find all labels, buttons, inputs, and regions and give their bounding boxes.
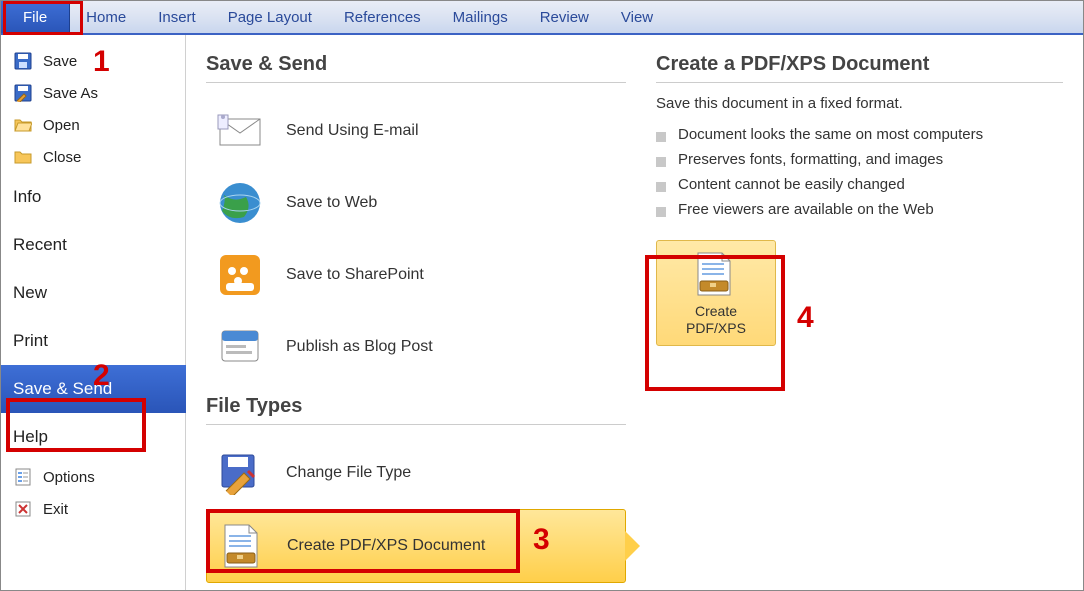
bullet-text: Document looks the same on most computer… — [678, 126, 983, 143]
divider — [656, 82, 1063, 83]
nav-print-label: Print — [13, 331, 48, 351]
option-save-web-label: Save to Web — [286, 194, 377, 212]
section-file-types-title: File Types — [206, 395, 626, 418]
create-pdf-button-line1: Create — [661, 303, 771, 320]
nav-open-label: Open — [43, 117, 80, 134]
ribbon-tab-file[interactable]: File — [1, 1, 70, 33]
bullet-text: Content cannot be easily changed — [678, 176, 905, 193]
bullet-icon — [656, 132, 666, 142]
option-send-email[interactable]: Send Using E-mail — [206, 95, 626, 167]
save-as-icon — [13, 83, 33, 103]
ribbon-tab-page-layout[interactable]: Page Layout — [212, 1, 328, 33]
folder-close-icon — [13, 147, 33, 167]
bullet-icon — [656, 207, 666, 217]
divider — [206, 424, 626, 425]
section-save-send-title: Save & Send — [206, 53, 626, 76]
nav-save-as[interactable]: Save As — [1, 77, 185, 109]
nav-exit[interactable]: Exit — [1, 493, 185, 525]
sharepoint-icon — [216, 251, 264, 299]
ribbon-tab-mailings[interactable]: Mailings — [437, 1, 524, 33]
backstage-content: Save & Send Send Using E-mail Save to We… — [186, 35, 1083, 590]
nav-new[interactable]: New — [1, 269, 185, 317]
option-change-file-type-label: Change File Type — [286, 464, 411, 482]
ribbon-tab-home[interactable]: Home — [70, 1, 142, 33]
option-publish-blog[interactable]: Publish as Blog Post — [206, 311, 626, 383]
nav-close[interactable]: Close — [1, 141, 185, 173]
save-send-column: Save & Send Send Using E-mail Save to We… — [206, 53, 626, 590]
nav-open[interactable]: Open — [1, 109, 185, 141]
save-icon — [13, 51, 33, 71]
change-file-type-icon — [216, 449, 264, 497]
nav-options-label: Options — [43, 469, 95, 486]
options-icon — [13, 467, 33, 487]
option-send-email-label: Send Using E-mail — [286, 122, 419, 140]
folder-open-icon — [13, 115, 33, 135]
nav-options[interactable]: Options — [1, 461, 185, 493]
nav-save-send[interactable]: Save & Send — [1, 365, 186, 413]
option-change-file-type[interactable]: Change File Type — [206, 437, 626, 509]
envelope-icon — [216, 107, 264, 155]
nav-new-label: New — [13, 283, 47, 303]
option-save-sharepoint-label: Save to SharePoint — [286, 266, 424, 284]
create-pdf-panel: Create a PDF/XPS Document Save this docu… — [656, 53, 1063, 590]
create-pdf-xps-button[interactable]: Create PDF/XPS — [656, 240, 776, 346]
bullet-text: Preserves fonts, formatting, and images — [678, 151, 943, 168]
nav-exit-label: Exit — [43, 501, 68, 518]
exit-icon — [13, 499, 33, 519]
nav-recent[interactable]: Recent — [1, 221, 185, 269]
globe-icon — [216, 179, 264, 227]
create-pdf-bullets: Document looks the same on most computer… — [656, 122, 1063, 222]
nav-save-as-label: Save As — [43, 85, 98, 102]
option-save-sharepoint[interactable]: Save to SharePoint — [206, 239, 626, 311]
nav-help[interactable]: Help — [1, 413, 185, 461]
nav-save-send-label: Save & Send — [13, 379, 112, 399]
ribbon-tab-insert[interactable]: Insert — [142, 1, 212, 33]
bullet-icon — [656, 182, 666, 192]
create-pdf-title: Create a PDF/XPS Document — [656, 53, 1063, 76]
bullet-icon — [656, 157, 666, 167]
ribbon: File Home Insert Page Layout References … — [1, 1, 1083, 35]
pdf-document-icon — [217, 522, 265, 570]
nav-info[interactable]: Info — [1, 173, 185, 221]
ribbon-tab-references[interactable]: References — [328, 1, 437, 33]
option-save-web[interactable]: Save to Web — [206, 167, 626, 239]
nav-print[interactable]: Print — [1, 317, 185, 365]
backstage-nav: Save Save As Open Close Info Recent — [1, 35, 186, 590]
create-pdf-desc: Save this document in a fixed format. — [656, 95, 1063, 112]
divider — [206, 82, 626, 83]
create-pdf-button-line2: PDF/XPS — [661, 320, 771, 337]
ribbon-tab-view[interactable]: View — [605, 1, 669, 33]
option-create-pdf-xps[interactable]: Create PDF/XPS Document — [206, 509, 626, 583]
option-publish-blog-label: Publish as Blog Post — [286, 338, 433, 356]
nav-info-label: Info — [13, 187, 41, 207]
nav-save[interactable]: Save — [1, 45, 185, 77]
nav-close-label: Close — [43, 149, 81, 166]
bullet-text: Free viewers are available on the Web — [678, 201, 934, 218]
blog-icon — [216, 323, 264, 371]
option-create-pdf-xps-label: Create PDF/XPS Document — [287, 537, 485, 555]
pdf-document-icon — [694, 251, 738, 299]
ribbon-tab-review[interactable]: Review — [524, 1, 605, 33]
nav-save-label: Save — [43, 53, 77, 70]
nav-help-label: Help — [13, 427, 48, 447]
nav-recent-label: Recent — [13, 235, 67, 255]
